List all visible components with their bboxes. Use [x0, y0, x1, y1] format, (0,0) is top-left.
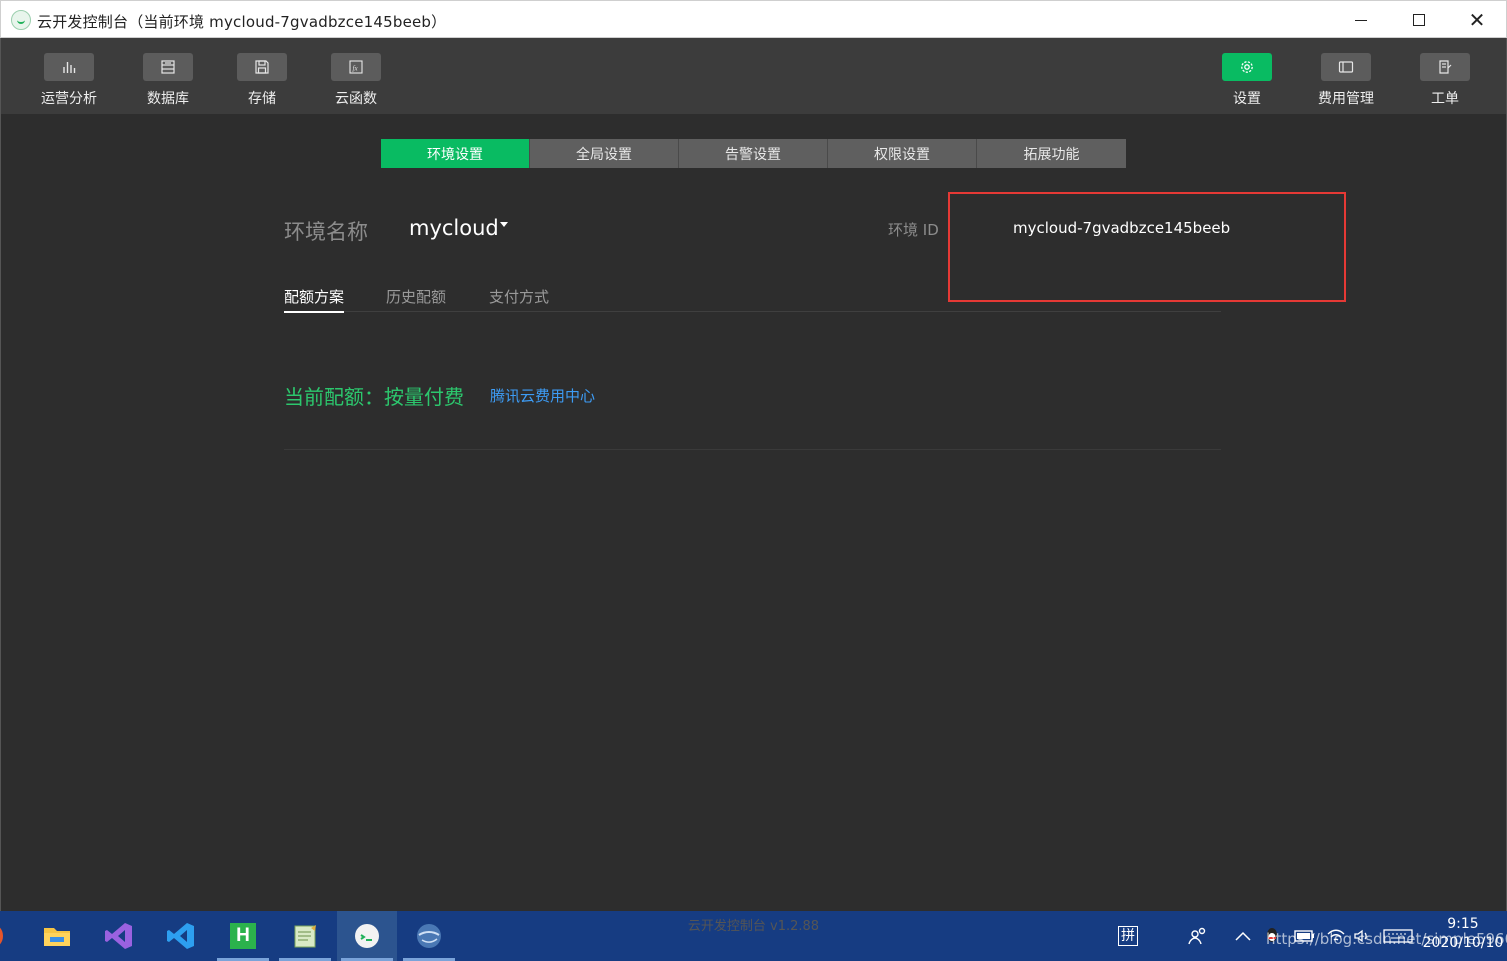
toolbar-functions-button[interactable]: fx 云函数 — [316, 53, 396, 108]
taskbar-hbuilder[interactable]: H — [213, 911, 273, 961]
toolbar-database-button[interactable]: 数据库 — [128, 53, 208, 108]
taskbar-notepad[interactable] — [275, 911, 335, 961]
window-title: 云开发控制台（当前环境 mycloud-7gvadbzce145beeb） — [37, 13, 447, 31]
visual-studio-icon — [105, 923, 132, 949]
card-icon — [1321, 53, 1371, 81]
toolbar-settings-label: 设置 — [1233, 91, 1261, 107]
window-titlebar: 云开发控制台（当前环境 mycloud-7gvadbzce145beeb） ✕ — [0, 0, 1507, 38]
svg-text:fx: fx — [353, 65, 359, 73]
toolbar-storage-label: 存储 — [248, 91, 276, 107]
browser-icon — [0, 923, 3, 949]
subtab-payment-method[interactable]: 支付方式 — [489, 286, 549, 311]
database-icon — [143, 53, 193, 81]
taskbar-network-app[interactable] — [399, 911, 459, 961]
floppy-disk-icon — [237, 53, 287, 81]
toolbar-settings-button[interactable]: 设置 — [1207, 53, 1287, 108]
ticket-icon — [1420, 53, 1470, 81]
section-divider — [284, 449, 1221, 450]
close-icon: ✕ — [1468, 8, 1486, 32]
caret-down-icon[interactable] — [500, 222, 508, 227]
maximize-button[interactable] — [1390, 1, 1448, 39]
app-logo-icon — [11, 10, 31, 30]
minimize-button[interactable] — [1332, 1, 1390, 39]
toolbar-storage-button[interactable]: 存储 — [222, 53, 302, 108]
minimize-icon — [1355, 19, 1367, 21]
settings-tabs: 环境设置 全局设置 告警设置 权限设置 拓展功能 — [381, 139, 1126, 168]
toolbar-functions-label: 云函数 — [335, 91, 377, 107]
toolbar-database-label: 数据库 — [147, 91, 189, 107]
toolbar-billing-label: 费用管理 — [1318, 91, 1374, 107]
chevron-up-icon[interactable] — [1234, 911, 1252, 961]
tab-alert-settings[interactable]: 告警设置 — [679, 139, 828, 168]
tab-extensions[interactable]: 拓展功能 — [977, 139, 1126, 168]
bar-chart-icon — [44, 53, 94, 81]
close-button[interactable]: ✕ — [1448, 1, 1506, 39]
tab-environment-settings[interactable]: 环境设置 — [381, 139, 530, 168]
env-name-label: 环境名称 — [284, 220, 368, 244]
taskbar-vscode[interactable] — [151, 911, 211, 961]
quota-subtabs: 配额方案 历史配额 支付方式 — [284, 286, 1221, 313]
function-icon: fx — [331, 53, 381, 81]
hbuilder-icon: H — [230, 923, 256, 949]
ime-indicator[interactable]: 拼 — [1118, 911, 1138, 961]
taskbar-file-explorer[interactable] — [27, 911, 87, 961]
people-icon[interactable] — [1187, 911, 1209, 961]
billing-center-link[interactable]: 腾讯云费用中心 — [490, 385, 595, 406]
taskbar-visual-studio[interactable] — [89, 911, 149, 961]
taskbar-browser-app[interactable] — [0, 911, 10, 961]
subtab-quota-history[interactable]: 历史配额 — [386, 286, 446, 311]
wechat-devtools-icon — [355, 924, 379, 948]
gear-icon — [1222, 53, 1272, 81]
notepad-icon — [294, 925, 316, 948]
tab-global-settings[interactable]: 全局设置 — [530, 139, 679, 168]
current-quota-text: 当前配额：按量付费 — [284, 385, 464, 409]
vscode-icon — [167, 923, 194, 949]
maximize-icon — [1413, 14, 1425, 26]
tab-permission-settings[interactable]: 权限设置 — [828, 139, 977, 168]
toolbar-analytics-label: 运营分析 — [41, 91, 97, 107]
env-name-dropdown[interactable]: mycloud — [409, 216, 499, 240]
env-id-label: 环境 ID — [888, 221, 939, 239]
globe-icon — [417, 924, 441, 948]
toolbar-billing-button[interactable]: 费用管理 — [1306, 53, 1386, 108]
toolbar-ticket-button[interactable]: 工单 — [1405, 53, 1485, 108]
toolbar-ticket-label: 工单 — [1431, 91, 1459, 107]
blog-watermark: https://blog.csdn.net/simple5960 — [1266, 930, 1507, 948]
main-toolbar: 运营分析 数据库 存储 fx 云函数 设置 费用管理 工单 — [0, 38, 1507, 114]
toolbar-analytics-button[interactable]: 运营分析 — [29, 53, 109, 108]
folder-icon — [44, 928, 70, 946]
taskbar-wechat-devtools[interactable] — [337, 911, 397, 961]
subtab-quota-plan[interactable]: 配额方案 — [284, 286, 345, 313]
main-panel: 环境设置 全局设置 告警设置 权限设置 拓展功能 环境名称 mycloud 环境… — [0, 114, 1507, 911]
